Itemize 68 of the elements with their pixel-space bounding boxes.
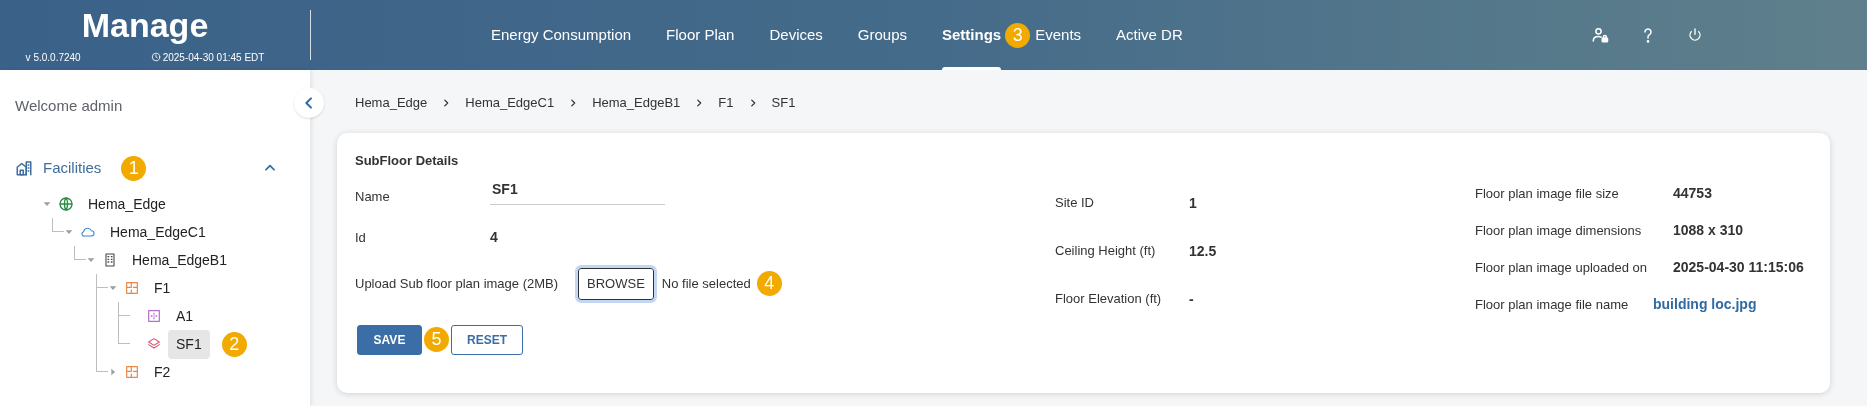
file-link[interactable]: building loc.jpg bbox=[1653, 294, 1757, 315]
breadcrumb-link[interactable]: Hema_EdgeB1 bbox=[592, 93, 681, 113]
nav-tab[interactable]: Groups bbox=[857, 0, 907, 70]
breadcrumb-link[interactable]: F1 bbox=[718, 93, 734, 113]
nav-tab[interactable]: Settings bbox=[942, 0, 1002, 70]
nav-tab[interactable]: Events bbox=[1035, 0, 1082, 70]
file-status-text: No file selected bbox=[661, 274, 751, 293]
field-value: 2025-04-30 11:15:06 bbox=[1673, 258, 1804, 277]
nav-tab[interactable]: Energy Consumption bbox=[491, 0, 632, 70]
breadcrumb-link[interactable]: Hema_EdgeC1 bbox=[465, 93, 555, 113]
tree-item[interactable]: Hema_Edge bbox=[80, 189, 174, 219]
power-icon bbox=[1687, 27, 1703, 43]
field-label: Floor plan image file name bbox=[1475, 295, 1630, 314]
caret-down-icon[interactable] bbox=[42, 199, 52, 209]
field-label: Upload Sub floor plan image (2MB) bbox=[355, 274, 559, 293]
field-label: Id bbox=[355, 228, 367, 247]
caret-down-icon[interactable] bbox=[108, 283, 118, 293]
browse-button[interactable]: BROWSE bbox=[578, 267, 654, 300]
globe-icon bbox=[58, 196, 74, 212]
clock-icon bbox=[150, 52, 161, 62]
building-icon bbox=[102, 252, 118, 268]
version-text: v 5.0.0.7240 bbox=[25, 50, 81, 65]
datetime-text: 2025-04-30 01:45 EDT bbox=[162, 50, 265, 65]
callout-badge: 1 bbox=[121, 155, 147, 181]
field-label: Floor Elevation (ft) bbox=[1055, 290, 1163, 309]
tree-item[interactable]: F2 bbox=[146, 357, 179, 387]
facilities-header[interactable]: Facilities bbox=[15, 156, 102, 180]
tree-item[interactable]: SF1 bbox=[168, 329, 210, 359]
grid-square-icon bbox=[146, 308, 162, 324]
callout-badge: 3 bbox=[1005, 22, 1031, 48]
app-title: Manage bbox=[81, 5, 209, 44]
tree-item[interactable]: A1 bbox=[168, 301, 202, 331]
callout-badge: 5 bbox=[424, 327, 449, 352]
collapse-button[interactable] bbox=[294, 88, 324, 118]
reset-button[interactable]: RESET bbox=[451, 324, 523, 355]
tree-item[interactable]: Hema_EdgeC1 bbox=[102, 217, 214, 247]
field-label: Name bbox=[355, 187, 391, 206]
field-value: 12.5 bbox=[1189, 241, 1217, 261]
field-value: - bbox=[1189, 289, 1194, 309]
field-value: 1 bbox=[1189, 193, 1197, 213]
section-title: SubFloor Details bbox=[355, 152, 460, 170]
floor-plan-icon bbox=[124, 364, 140, 380]
nav-tab[interactable]: Active DR bbox=[1116, 0, 1183, 70]
breadcrumb-link[interactable]: Hema_Edge bbox=[355, 93, 428, 113]
tree-item[interactable]: Hema_EdgeB1 bbox=[124, 245, 235, 275]
field-label: Floor plan image dimensions bbox=[1475, 221, 1643, 240]
field-label: Floor plan image uploaded on bbox=[1475, 258, 1648, 277]
caret-down-icon[interactable] bbox=[64, 227, 74, 237]
tree-item[interactable]: F1 bbox=[146, 273, 179, 303]
callout-badge: 2 bbox=[221, 331, 247, 357]
name-input[interactable]: SF1 bbox=[490, 178, 665, 205]
welcome-text: Welcome admin bbox=[15, 97, 123, 114]
field-label: Ceiling Height (ft) bbox=[1055, 242, 1157, 261]
field-value: 44753 bbox=[1673, 184, 1712, 203]
field-label: Site ID bbox=[1055, 194, 1095, 213]
floor-plan-icon bbox=[124, 280, 140, 296]
field-value: 4 bbox=[490, 228, 498, 247]
caret-right-icon[interactable] bbox=[108, 367, 118, 377]
callout-badge: 4 bbox=[756, 271, 782, 296]
user-lock-icon bbox=[1591, 26, 1609, 44]
save-button[interactable]: SAVE bbox=[357, 324, 422, 355]
caret-down-icon[interactable] bbox=[86, 255, 96, 265]
nav-tab[interactable]: Devices bbox=[769, 0, 823, 70]
breadcrumb-link[interactable]: SF1 bbox=[771, 93, 796, 113]
field-label: Floor plan image file size bbox=[1475, 184, 1620, 203]
buildings-icon bbox=[15, 159, 33, 177]
nav-tab[interactable]: Floor Plan bbox=[666, 0, 735, 70]
field-value: 1088 x 310 bbox=[1673, 221, 1744, 240]
